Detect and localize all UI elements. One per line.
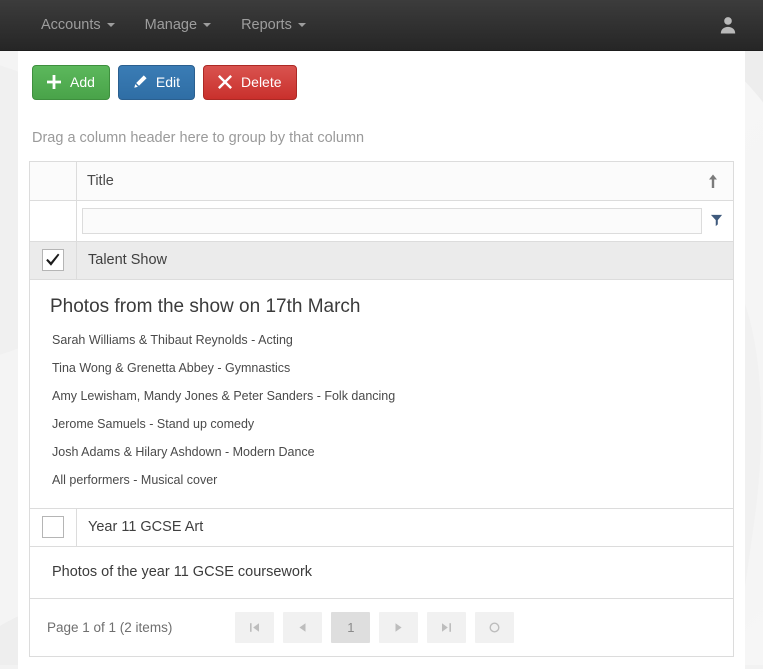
- navbar-user-area[interactable]: [719, 16, 737, 34]
- chevron-down-icon: [203, 23, 212, 27]
- action-toolbar: Add Edit Delete: [18, 51, 745, 114]
- row-detail-panel: Photos from the show on 17th March Sarah…: [30, 279, 733, 509]
- title-filter-input[interactable]: [82, 207, 702, 234]
- delete-button-label: Delete: [241, 74, 282, 90]
- previous-page-icon: [299, 622, 306, 632]
- nav-item-accounts[interactable]: Accounts: [26, 0, 130, 50]
- cross-icon: [218, 75, 233, 90]
- grid-header-select-cell: [30, 161, 77, 200]
- list-item: Tina Wong & Grenetta Abbey - Gymnastics: [52, 360, 291, 375]
- nav-item-manage-label: Manage: [144, 17, 198, 33]
- navbar-menu: Accounts Manage Reports: [26, 0, 321, 50]
- refresh-button[interactable]: [475, 611, 515, 643]
- row-detail-panel: Photos of the year 11 GCSE coursework: [30, 546, 733, 599]
- pager-info-label: Page 1 of 1 (2 items): [47, 619, 173, 635]
- plus-icon: [47, 75, 61, 90]
- pencil-icon: [134, 75, 147, 89]
- list-item: Amy Lewisham, Mandy Jones & Peter Sander…: [52, 388, 396, 403]
- nav-item-reports[interactable]: Reports: [226, 0, 321, 50]
- grid-filter-row: [30, 200, 733, 242]
- next-page-button[interactable]: [379, 611, 419, 643]
- list-item: Sarah Williams & Thibaut Reynolds - Acti…: [52, 332, 293, 347]
- column-header-title-label: Title: [87, 172, 114, 189]
- chevron-down-icon: [297, 23, 306, 27]
- row-title-label: Year 11 GCSE Art: [88, 519, 204, 536]
- first-page-button[interactable]: [235, 611, 275, 643]
- grid-header-row: Title: [30, 161, 733, 201]
- data-grid: Title Talent Show Photos from the show o…: [29, 160, 734, 599]
- row-title-cell: Year 11 GCSE Art: [77, 509, 733, 546]
- list-item: Josh Adams & Hilary Ashdown - Modern Dan…: [52, 444, 315, 459]
- chevron-down-icon: [106, 23, 115, 27]
- checkmark-icon: [46, 253, 60, 267]
- row-detail-heading: Photos from the show on 17th March: [50, 295, 361, 317]
- row-title-cell: Talent Show: [77, 242, 733, 279]
- grid-filter-title-cell: [77, 201, 733, 241]
- panel-bottom-spacer: [18, 656, 745, 669]
- previous-page-button[interactable]: [283, 611, 323, 643]
- list-item: All performers - Musical cover: [52, 472, 218, 487]
- top-navbar: Accounts Manage Reports: [0, 0, 763, 51]
- row-select-cell[interactable]: [30, 241, 77, 279]
- add-button-label: Add: [70, 74, 95, 90]
- next-page-icon: [395, 622, 402, 632]
- page-number-button[interactable]: 1: [331, 611, 371, 643]
- row-detail-heading: Photos of the year 11 GCSE coursework: [52, 563, 313, 580]
- grid-pager: Page 1 of 1 (2 items) 1: [29, 598, 734, 657]
- first-page-icon: [250, 622, 260, 632]
- sort-ascending-arrow-up-icon[interactable]: [707, 173, 719, 189]
- table-row[interactable]: Year 11 GCSE Art: [30, 508, 733, 547]
- row-title-label: Talent Show: [88, 252, 167, 269]
- page-number-label: 1: [347, 619, 355, 635]
- grid-filter-select-cell: [30, 200, 77, 241]
- last-page-icon: [442, 622, 452, 632]
- list-item: Jerome Samuels - Stand up comedy: [52, 416, 255, 431]
- pager-button-group: 1: [235, 611, 515, 643]
- user-avatar-icon: [720, 17, 736, 34]
- grid-header-title-cell[interactable]: Title: [77, 162, 733, 200]
- content-panel: Add Edit Delete Drag a column header her…: [18, 51, 745, 669]
- group-by-hint-text: Drag a column header here to group by th…: [32, 129, 365, 146]
- row-checkbox-checked[interactable]: [42, 249, 64, 272]
- group-by-dropzone[interactable]: Drag a column header here to group by th…: [18, 113, 745, 161]
- nav-item-accounts-label: Accounts: [41, 17, 101, 33]
- row-select-cell[interactable]: [30, 508, 77, 546]
- delete-button[interactable]: Delete: [203, 65, 297, 100]
- table-row[interactable]: Talent Show: [30, 241, 733, 280]
- last-page-button[interactable]: [427, 611, 467, 643]
- edit-button-label: Edit: [155, 74, 181, 90]
- nav-item-reports-label: Reports: [241, 17, 292, 33]
- funnel-filter-icon[interactable]: [705, 214, 727, 227]
- nav-item-manage[interactable]: Manage: [130, 0, 226, 50]
- row-checkbox-unchecked[interactable]: [42, 516, 64, 539]
- edit-button[interactable]: Edit: [117, 65, 196, 100]
- add-button[interactable]: Add: [32, 65, 110, 100]
- refresh-icon: [489, 622, 500, 633]
